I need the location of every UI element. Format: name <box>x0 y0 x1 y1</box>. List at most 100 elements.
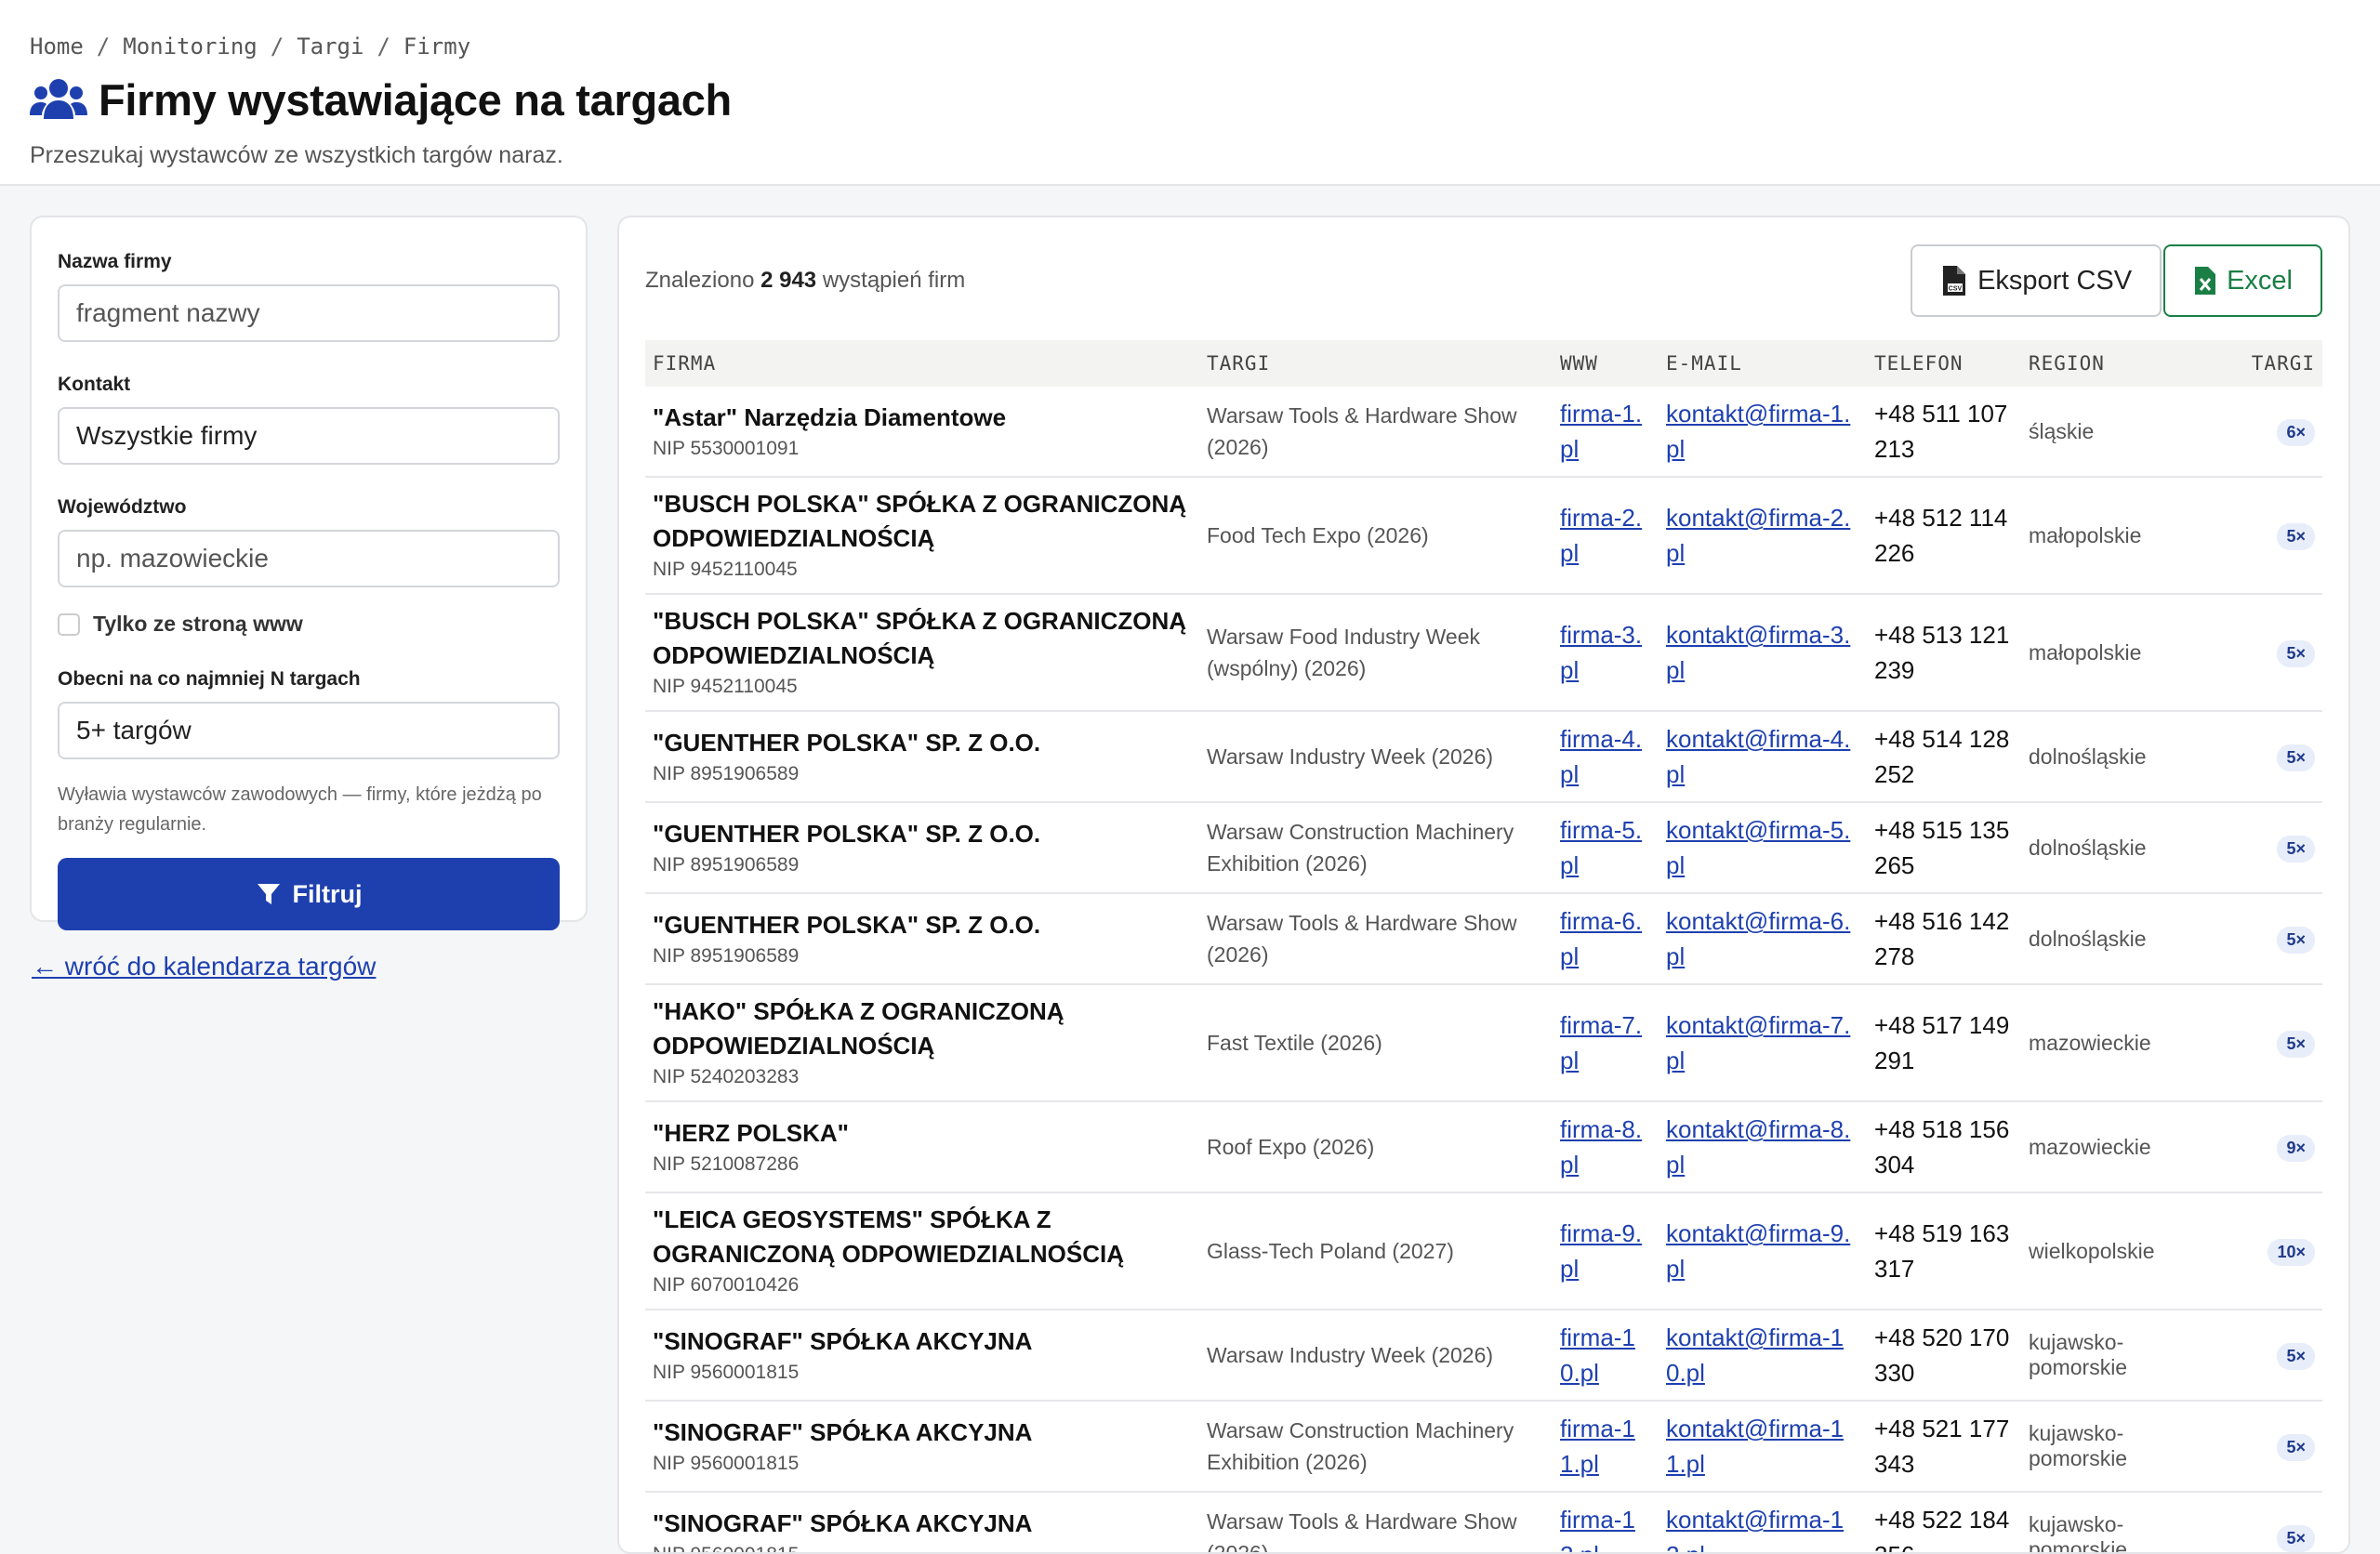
firm-name[interactable]: "LEICA GEOSYSTEMS" SPÓŁKA Z OGRANICZONĄ … <box>653 1203 1192 1271</box>
cell-email: kontakt@firma-3.pl <box>1659 594 1867 711</box>
phone-number: +48 513 121 239 <box>1874 617 2014 688</box>
email-link[interactable]: kontakt@firma-11.pl <box>1666 1415 1844 1478</box>
cell-telefon: +48 520 170 330 <box>1867 1310 2021 1401</box>
spacer <box>58 637 560 668</box>
email-link[interactable]: kontakt@firma-5.pl <box>1666 816 1850 879</box>
www-link[interactable]: firma-5.pl <box>1560 816 1642 879</box>
www-link[interactable]: firma-1.pl <box>1560 400 1642 463</box>
col-header-www[interactable]: WWW <box>1553 340 1659 387</box>
col-header-region[interactable]: REGION <box>2021 340 2188 387</box>
firm-name[interactable]: "HAKO" SPÓŁKA Z OGRANICZONĄ ODPOWIEDZIAL… <box>653 994 1192 1063</box>
region-input[interactable]: np. mazowieckie <box>58 530 560 587</box>
table-row[interactable]: "SINOGRAF" SPÓŁKA AKCYJNANIP 9560001815 W… <box>645 1310 2322 1401</box>
fair-name: Warsaw Industry Week (2026) <box>1207 1339 1545 1371</box>
email-link[interactable]: kontakt@firma-10.pl <box>1666 1324 1844 1387</box>
firm-name[interactable]: "BUSCH POLSKA" SPÓŁKA Z OGRANICZONĄ ODPO… <box>653 487 1192 556</box>
table-row[interactable]: "SINOGRAF" SPÓŁKA AKCYJNANIP 9560001815W… <box>645 1401 2322 1492</box>
firm-name[interactable]: "SINOGRAF" SPÓŁKA AKCYJNA <box>653 1507 1192 1541</box>
www-link[interactable]: firma-7.pl <box>1560 1011 1642 1074</box>
fair-count-badge: 5× <box>2277 927 2315 954</box>
name-input[interactable]: fragment nazwy <box>58 284 560 342</box>
page-subtitle: Przeszukaj wystawców ze wszystkich targó… <box>30 142 2350 169</box>
firm-name[interactable]: "SINOGRAF" SPÓŁKA AKCYJNA <box>653 1324 1192 1359</box>
table-row[interactable]: "BUSCH POLSKA" SPÓŁKA Z OGRANICZONĄ ODPO… <box>645 594 2322 711</box>
export-excel-button[interactable]: Excel <box>2163 244 2322 317</box>
www-link[interactable]: firma-9.pl <box>1560 1219 1642 1283</box>
cell-www: firma-3.pl <box>1553 594 1659 711</box>
fair-name: Warsaw Food Industry Week (wspólny) (202… <box>1207 621 1545 684</box>
table-row[interactable]: "LEICA GEOSYSTEMS" SPÓŁKA Z OGRANICZONĄ … <box>645 1192 2322 1310</box>
email-link[interactable]: kontakt@firma-7.pl <box>1666 1011 1850 1074</box>
cell-targi-count: 5× <box>2188 802 2322 893</box>
firm-name[interactable]: "BUSCH POLSKA" SPÓŁKA Z OGRANICZONĄ ODPO… <box>653 604 1192 673</box>
cell-region: wielkopolskie <box>2021 1192 2188 1310</box>
firm-name[interactable]: "GUENTHER POLSKA" SP. Z O.O. <box>653 817 1192 851</box>
email-link[interactable]: kontakt@firma-2.pl <box>1666 504 1850 567</box>
min-fairs-select[interactable]: 5+ targów <box>58 702 560 759</box>
www-link[interactable]: firma-6.pl <box>1560 907 1642 970</box>
email-link[interactable]: kontakt@firma-6.pl <box>1666 907 1850 970</box>
firm-nip: NIP 9560001815 <box>653 1359 1192 1387</box>
www-link[interactable]: firma-8.pl <box>1560 1115 1642 1179</box>
email-link[interactable]: kontakt@firma-12.pl <box>1666 1506 1844 1554</box>
cell-email: kontakt@firma-6.pl <box>1659 893 1867 984</box>
region-name: mazowieckie <box>2029 1135 2181 1160</box>
back-to-calendar-link[interactable]: ← wróć do kalendarza targów <box>32 952 376 981</box>
cell-targi-count: 5× <box>2188 594 2322 711</box>
firm-name[interactable]: "GUENTHER POLSKA" SP. Z O.O. <box>653 908 1192 942</box>
cell-www: firma-6.pl <box>1553 893 1659 984</box>
cell-telefon: +48 518 156 304 <box>1867 1101 2021 1192</box>
firm-name[interactable]: "GUENTHER POLSKA" SP. Z O.O. <box>653 726 1192 760</box>
col-header-telefon[interactable]: TELEFON <box>1867 340 2021 387</box>
table-body: "Astar" Narzędzia DiamentoweNIP 55300010… <box>645 387 2322 1554</box>
min-fairs-hint: Wyławia wystawców zawodowych — firmy, kt… <box>58 780 560 839</box>
region-name: małopolskie <box>2029 640 2181 665</box>
cell-targi-count: 5× <box>2188 893 2322 984</box>
www-only-row[interactable]: Tylko ze stroną www <box>58 612 560 637</box>
table-row[interactable]: "GUENTHER POLSKA" SP. Z O.O.NIP 89519065… <box>645 711 2322 802</box>
email-link[interactable]: kontakt@firma-8.pl <box>1666 1115 1850 1179</box>
www-link[interactable]: firma-4.pl <box>1560 725 1642 788</box>
breadcrumb-home[interactable]: Home <box>30 33 84 59</box>
cell-targi: Warsaw Food Industry Week (wspólny) (202… <box>1199 594 1553 711</box>
firm-name[interactable]: "HERZ POLSKA" <box>653 1116 1192 1151</box>
cell-email: kontakt@firma-12.pl <box>1659 1492 1867 1554</box>
col-header-targi[interactable]: TARGI <box>1199 340 1553 387</box>
cell-firma: "BUSCH POLSKA" SPÓŁKA Z OGRANICZONĄ ODPO… <box>645 594 1199 711</box>
export-csv-button[interactable]: CSV Eksport CSV <box>1911 244 2162 317</box>
www-link[interactable]: firma-11.pl <box>1560 1415 1635 1478</box>
email-link[interactable]: kontakt@firma-4.pl <box>1666 725 1850 788</box>
table-row[interactable]: "GUENTHER POLSKA" SP. Z O.O.NIP 89519065… <box>645 893 2322 984</box>
email-link[interactable]: kontakt@firma-9.pl <box>1666 1219 1850 1283</box>
phone-number: +48 520 170 330 <box>1874 1320 2014 1390</box>
cell-targi-count: 9× <box>2188 1101 2322 1192</box>
table-row[interactable]: "GUENTHER POLSKA" SP. Z O.O.NIP 89519065… <box>645 802 2322 893</box>
breadcrumb-targi[interactable]: Targi <box>297 33 364 59</box>
www-link[interactable]: firma-2.pl <box>1560 504 1642 567</box>
firm-name[interactable]: "Astar" Narzędzia Diamentowe <box>653 401 1192 435</box>
table-row[interactable]: "Astar" Narzędzia DiamentoweNIP 55300010… <box>645 387 2322 477</box>
www-link[interactable]: firma-3.pl <box>1560 621 1642 684</box>
cell-targi-count: 5× <box>2188 477 2322 594</box>
www-only-checkbox[interactable] <box>58 613 80 636</box>
cell-firma: "BUSCH POLSKA" SPÓŁKA Z OGRANICZONĄ ODPO… <box>645 477 1199 594</box>
email-link[interactable]: kontakt@firma-3.pl <box>1666 621 1850 684</box>
table-row[interactable]: "SINOGRAF" SPÓŁKA AKCYJNANIP 9560001815W… <box>645 1492 2322 1554</box>
table-row[interactable]: "BUSCH POLSKA" SPÓŁKA Z OGRANICZONĄ ODPO… <box>645 477 2322 594</box>
email-link[interactable]: kontakt@firma-1.pl <box>1666 400 1850 463</box>
contact-select[interactable]: Wszystkie firmy <box>58 407 560 465</box>
results-table: FIRMA TARGI WWW E-MAIL TELEFON REGION TA… <box>645 340 2322 1554</box>
breadcrumb-monitoring[interactable]: Monitoring <box>123 33 258 59</box>
www-link[interactable]: firma-10.pl <box>1560 1324 1635 1387</box>
table-row[interactable]: "HERZ POLSKA"NIP 5210087286Roof Expo (20… <box>645 1101 2322 1192</box>
firm-name[interactable]: "SINOGRAF" SPÓŁKA AKCYJNA <box>653 1416 1192 1450</box>
col-header-firma[interactable]: FIRMA <box>645 340 1199 387</box>
fair-count-badge: 5× <box>2277 1031 2315 1058</box>
col-header-email[interactable]: E-MAIL <box>1659 340 1867 387</box>
cell-region: dolnośląskie <box>2021 893 2188 984</box>
table-row[interactable]: "HAKO" SPÓŁKA Z OGRANICZONĄ ODPOWIEDZIAL… <box>645 984 2322 1101</box>
table-header-row: FIRMA TARGI WWW E-MAIL TELEFON REGION TA… <box>645 340 2322 387</box>
filter-button[interactable]: Filtruj <box>58 858 560 930</box>
col-header-targi-count[interactable]: TARGI <box>2188 340 2322 387</box>
www-link[interactable]: firma-12.pl <box>1560 1506 1635 1554</box>
